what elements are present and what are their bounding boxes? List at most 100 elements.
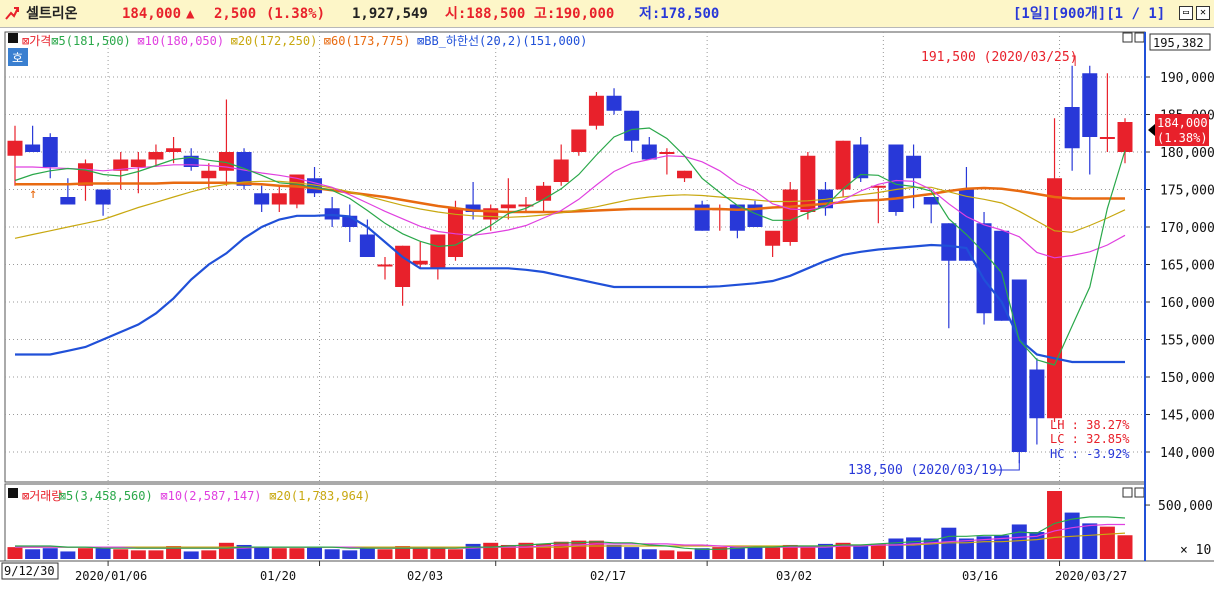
price-legend-item[interactable]: ⊠20(172,250) <box>231 34 318 48</box>
volume-bar <box>77 548 93 559</box>
candle-body <box>1117 122 1133 152</box>
volume-legend-item[interactable]: ⊠거래량 <box>22 489 62 503</box>
candle-body <box>677 170 693 179</box>
candle-body <box>500 204 516 209</box>
candle-body <box>166 148 182 152</box>
price-tick-label: 175,000 <box>1160 184 1214 199</box>
volume-bar <box>659 550 675 559</box>
panel-close-button[interactable] <box>1134 32 1145 43</box>
price-legend-item[interactable]: ⊠10(180,050) <box>137 34 224 48</box>
volume-bar <box>25 549 41 559</box>
candle-body <box>324 208 340 220</box>
date-label: 02/03 <box>407 569 443 583</box>
current-price: 184,000 <box>122 6 182 22</box>
price-tick-label: 170,000 <box>1160 221 1214 236</box>
candle-body <box>536 185 552 201</box>
price-tick-label: 145,000 <box>1160 409 1214 424</box>
volume-bar <box>130 550 146 559</box>
high-price: 고:190,000 <box>534 6 615 22</box>
volume-bar <box>307 547 323 559</box>
first-date-label: 9/12/30 <box>4 564 55 578</box>
volume-legend-item[interactable]: ⊠20(1,783,964) <box>269 489 370 503</box>
candle-body <box>553 159 569 182</box>
volume-legend-item[interactable]: ⊠10(2,587,147) <box>160 489 261 503</box>
candle-body <box>606 95 622 111</box>
candle-body <box>1064 107 1080 149</box>
price-legend-item[interactable]: ⊠5(181,500) <box>51 34 130 48</box>
trade-volume: 1,927,549 <box>352 6 428 22</box>
candle-body <box>25 144 41 152</box>
volume-bar <box>800 546 816 559</box>
volume-bar <box>571 540 587 559</box>
volume-bar <box>641 549 657 559</box>
current-pct-label: (1.38%) <box>1157 131 1208 145</box>
volume-bar <box>377 549 393 559</box>
volume-bar <box>1082 523 1098 559</box>
volume-bar <box>870 543 886 559</box>
date-label: 03/16 <box>962 569 998 583</box>
panel-corner-marker <box>8 33 18 43</box>
volume-bar <box>60 551 76 559</box>
volume-bar <box>747 547 763 559</box>
candle-body <box>624 110 640 141</box>
volume-bar <box>218 542 234 559</box>
volume-bar <box>606 544 622 559</box>
candle-body <box>7 140 23 156</box>
date-label: 2020/01/06 <box>75 569 147 583</box>
panel-restore-button[interactable] <box>1122 32 1133 43</box>
candle-body <box>588 95 604 126</box>
period-controls[interactable]: [1일][900개][1 / 1] <box>1013 6 1165 22</box>
volume-bar <box>42 548 58 559</box>
candle-body <box>765 230 781 246</box>
volume-bar <box>1047 491 1063 559</box>
hc-ratio: HC : -3.92% <box>1050 447 1130 461</box>
lc-ratio: LC : 32.85% <box>1050 432 1130 446</box>
up-arrow-icon: ↑ <box>29 186 37 202</box>
price-tick-label: 165,000 <box>1160 259 1214 274</box>
candle-body <box>782 189 798 242</box>
candle-body <box>271 193 287 205</box>
candle-body <box>853 144 869 179</box>
candle-body <box>641 144 657 160</box>
price-change-pct: (1.38%) <box>266 6 326 22</box>
stock-chart[interactable]: 190,000185,000180,000175,000170,000165,0… <box>0 28 1214 593</box>
volume-corner-marker <box>8 488 18 498</box>
volume-restore-button[interactable] <box>1122 487 1133 498</box>
candle-body <box>60 197 76 205</box>
volume-legend-item[interactable]: ⊠5(3,458,560) <box>59 489 153 503</box>
candle-body <box>377 264 393 267</box>
candle-body <box>941 223 957 261</box>
close-window-button[interactable]: ✕ <box>1196 6 1210 20</box>
price-tick-label: 160,000 <box>1160 296 1214 311</box>
title-bar: 셀트리온 184,000 ▲ 2,500 (1.38%) 1,927,549 시… <box>0 0 1214 28</box>
volume-bar <box>412 548 428 559</box>
candle-body <box>1099 137 1115 139</box>
volume-bar <box>7 547 23 559</box>
price-tick-label: 140,000 <box>1160 446 1214 461</box>
volume-close-button[interactable] <box>1134 487 1145 498</box>
volume-bar <box>324 549 340 559</box>
lh-ratio: LH : 38.27% <box>1050 418 1130 432</box>
chart-trend-icon <box>5 7 19 20</box>
volume-bar <box>201 550 217 559</box>
candle-body <box>835 140 851 190</box>
restore-window-button[interactable]: ▭ <box>1179 6 1193 20</box>
volume-bar <box>1117 535 1133 559</box>
low-price: 저:178,500 <box>639 6 720 22</box>
candle-body <box>906 155 922 179</box>
volume-bar <box>359 548 375 559</box>
volume-bar <box>430 547 446 559</box>
up-triangle-icon: ▲ <box>186 6 195 22</box>
candle-body <box>1029 369 1045 419</box>
min-price-annotation: 138,500 (2020/03/19) <box>848 463 1005 478</box>
volume-bar <box>1011 524 1027 559</box>
candle-body <box>1011 279 1027 452</box>
candle-body <box>254 193 270 205</box>
date-label: 2020/03/27 <box>1055 569 1127 583</box>
price-legend-item[interactable]: ⊠60(173,775) <box>324 34 411 48</box>
date-label: 01/20 <box>260 569 296 583</box>
price-legend-item[interactable]: ⊠가격 <box>22 34 51 48</box>
volume-bar <box>853 546 869 559</box>
max-price-annotation: 191,500 (2020/03/25) <box>921 50 1078 65</box>
price-legend-item[interactable]: ⊠BB_하한선(20,2)(151,000) <box>417 34 587 48</box>
